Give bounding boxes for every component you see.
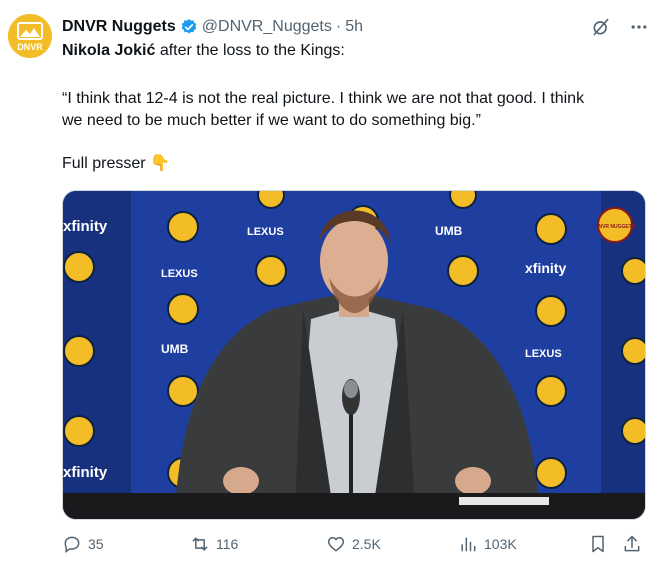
backdrop-word-1: xfinity [63,218,108,235]
pointing-down-emoji: 👇 [150,155,170,172]
analytics-icon [461,537,476,552]
share-icon [624,535,640,552]
reply-count: 35 [88,536,104,552]
verified-badge-icon [181,19,197,34]
bookmark-icon [592,535,604,553]
tweet-headline: Nikola Jokić after the loss to the Kings… [62,40,345,62]
grok-icon [593,18,609,36]
heart-icon [327,537,345,552]
author-handle[interactable]: @DNVR_Nuggets [202,18,332,36]
backdrop-word-2: LEXUS [161,268,198,280]
repost-icon [192,537,208,551]
avatar-label: DNVR [17,42,43,52]
more-dots-icon [631,25,647,29]
grok-button[interactable] [590,16,612,38]
author-name[interactable]: DNVR Nuggets [62,18,176,36]
full-presser-label: Full presser [62,155,146,172]
dnvr-logo-icon: DNVR [8,14,52,58]
repost-button[interactable]: 116 [190,534,238,554]
views-button[interactable]: 103K [458,534,517,554]
like-count: 2.5K [352,536,381,552]
backdrop-word-3: UMB [161,342,189,356]
reply-icon [64,536,80,553]
backdrop-word-5: LEXUS [247,226,284,238]
more-options-button[interactable] [628,16,650,38]
quote-line-2: we need to be much better if we want to … [62,112,481,129]
backdrop-word-6: UMB [435,224,463,238]
backdrop-word-7: xfinity [63,464,108,481]
backdrop-word-8: LEXUS [525,348,562,360]
backdrop-word-4: xfinity [525,260,566,276]
separator-dot: · [335,18,342,35]
timestamp[interactable]: 5h [345,18,363,36]
avatar[interactable]: DNVR [8,14,52,58]
tweet-header: DNVR Nuggets @DNVR_Nuggets · 5h [62,15,650,39]
headline-rest: after the loss to the Kings: [155,42,345,59]
repost-count: 116 [216,536,239,552]
like-button[interactable]: 2.5K [326,534,381,554]
tweet-actions-bar: 35 116 2.5K 103K [62,532,644,556]
bookmark-button[interactable] [588,534,608,554]
view-count: 103K [484,536,517,552]
watermark-label: DNVR NUGGETS [595,224,636,230]
share-button[interactable] [622,534,642,554]
quote-line-1: “I think that 12-4 is not the real pictu… [62,90,585,107]
paper-on-table [459,497,549,505]
podium-table [63,493,645,519]
tweet-footer-line: Full presser 👇 [62,153,170,175]
player-name: Nikola Jokić [62,42,156,59]
press-conference-frame: xfinity LEXUS UMB xfinity LEXUS UMB xfin… [63,191,645,519]
video-media[interactable]: xfinity LEXUS UMB xfinity LEXUS UMB xfin… [62,190,646,520]
reply-button[interactable]: 35 [62,534,104,554]
